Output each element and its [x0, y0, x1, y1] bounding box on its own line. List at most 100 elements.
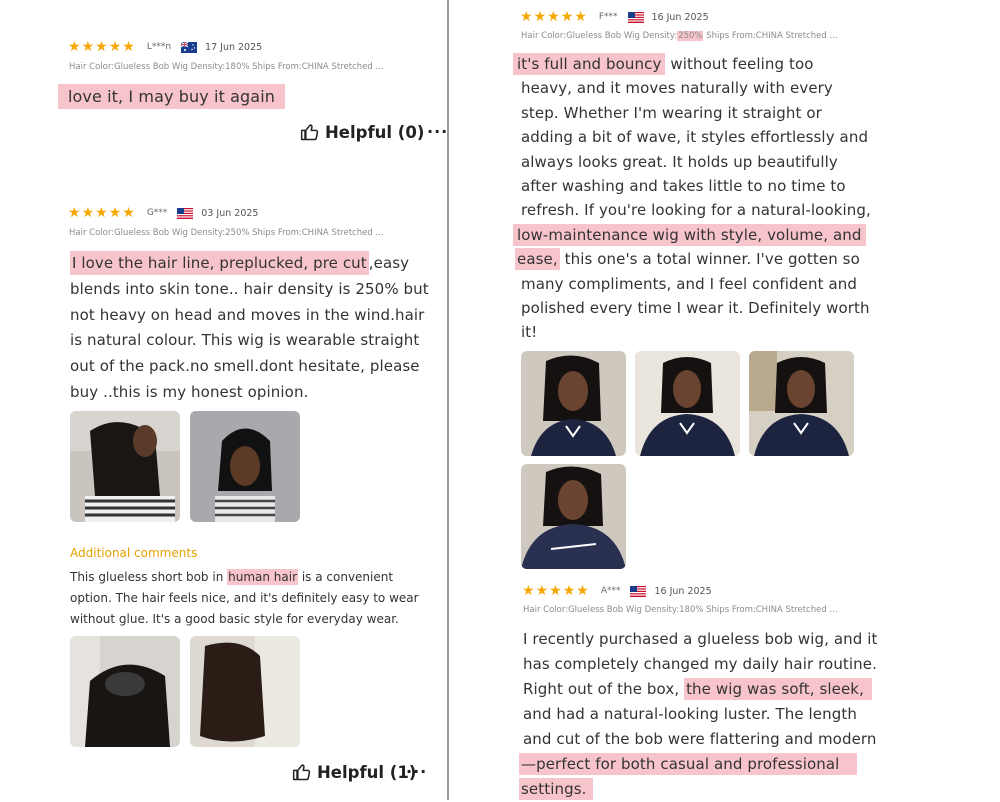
helpful-button[interactable]: Helpful (1) [292, 762, 416, 782]
additional-comments-label: Additional comments [70, 546, 198, 560]
reviewer-name: L***n [146, 42, 172, 52]
column-divider [447, 0, 449, 800]
purchase-details: Hair Color:Glueless Bob Wig Density:180%… [523, 605, 838, 615]
highlighted-text: ease, [515, 248, 560, 271]
text-line: I recently purchased a glueless bob wig,… [523, 630, 878, 648]
text-line: polished every time I wear it. Definitel… [521, 299, 870, 318]
star-icon: ★ [122, 205, 135, 221]
star-rating: ★ ★ ★ ★ ★ [520, 10, 587, 24]
text-line: heavy, and it moves naturally with every [521, 79, 833, 98]
text-line: it! [521, 323, 538, 342]
star-icon: ★ [574, 9, 587, 25]
text-line: This glueless short bob in [70, 570, 228, 584]
us-flag-icon [630, 585, 647, 597]
review-photo[interactable] [190, 636, 300, 747]
highlighted-text: the wig was soft, sleek, [684, 678, 872, 700]
text-line: without feeling too [665, 55, 814, 73]
review-photo[interactable] [521, 351, 626, 456]
star-icon: ★ [68, 205, 81, 221]
us-flag-icon [627, 11, 644, 23]
star-icon: ★ [535, 583, 549, 599]
review-photo[interactable] [190, 411, 300, 522]
purchase-details: Hair Color:Glueless Bob Wig Density:250%… [521, 31, 861, 41]
text-line: buy ..this is my honest opinion. [70, 382, 309, 401]
review-photo[interactable] [521, 464, 626, 569]
text-line: and had a natural-looking luster. The le… [523, 705, 857, 723]
text-line: Hair Color:Glueless Bob Wig Density: [521, 31, 678, 41]
star-rating: ★ ★ ★ ★ ★ [68, 206, 135, 220]
australia-flag-icon [181, 41, 198, 53]
highlighted-text: I love the hair line, preplucked, pre cu… [70, 251, 369, 275]
text-line: is natural colour. This wig is wearable … [70, 331, 420, 350]
star-icon: ★ [560, 9, 574, 25]
purchase-details: Hair Color:Glueless Bob Wig Density:180%… [69, 62, 384, 72]
star-icon: ★ [95, 39, 108, 55]
helpful-label: Helpful (0) [325, 122, 425, 142]
review-date: 17 Jun 2025 [205, 41, 263, 53]
highlighted-text: low-maintenance wig with style, volume, … [513, 223, 866, 246]
star-icon: ★ [522, 583, 535, 599]
text-line: is a convenient [298, 570, 394, 584]
review-header: ★ ★ ★ ★ ★ L***n 17 Jun 2025 [68, 40, 262, 54]
review-photo[interactable] [70, 411, 180, 522]
review-photo[interactable] [749, 351, 854, 456]
star-icon: ★ [81, 39, 95, 55]
reviewer-name: F*** [598, 12, 618, 22]
more-options-icon[interactable]: ··· [427, 122, 448, 141]
star-rating: ★ ★ ★ ★ ★ [522, 584, 589, 598]
review-date: 16 Jun 2025 [651, 11, 709, 23]
star-icon: ★ [562, 583, 576, 599]
text-line: Right out of the box, [523, 680, 685, 698]
text-line: Ships From:CHINA Stretched ... [703, 31, 838, 41]
star-icon: ★ [68, 39, 81, 55]
star-icon: ★ [576, 583, 589, 599]
star-icon: ★ [547, 9, 560, 25]
review-text: I recently purchased a glueless bob wig,… [519, 627, 878, 802]
text-line: this one's a total winner. I've gotten s… [559, 250, 860, 269]
highlighted-text: —perfect for both casual and professiona… [519, 753, 858, 775]
star-rating: ★ ★ ★ ★ ★ [68, 40, 135, 54]
text-line: and cut of the bob were flattering and m… [523, 730, 877, 748]
review-header: ★ ★ ★ ★ ★ G*** 03 Jun 2025 [68, 206, 258, 220]
star-icon: ★ [108, 39, 122, 55]
review-photo[interactable] [70, 636, 180, 747]
text-line: has completely changed my daily hair rou… [523, 655, 877, 673]
us-flag-icon [177, 207, 194, 219]
star-icon: ★ [95, 205, 108, 221]
highlighted-text: settings. [519, 778, 593, 800]
text-line: blends into skin tone.. hair density is … [70, 279, 429, 298]
star-icon: ★ [549, 583, 562, 599]
review-text: love it, I may buy it again [58, 84, 285, 109]
highlighted-text: love it, I may buy it again [58, 84, 285, 109]
text-line: not heavy on head and moves in the wind.… [70, 305, 425, 324]
review-text: it's full and bouncy without feeling too… [513, 52, 871, 345]
reviewer-name: G*** [146, 208, 168, 218]
highlighted-text: human hair [227, 569, 299, 585]
text-line: without glue. It's a good basic style fo… [70, 612, 399, 626]
review-header: ★ ★ ★ ★ ★ F*** 16 Jun 2025 [520, 10, 709, 24]
review-date: 03 Jun 2025 [201, 207, 259, 219]
additional-comment-text: This glueless short bob in human hair is… [70, 567, 419, 630]
thumbs-up-icon [300, 124, 319, 141]
star-icon: ★ [520, 9, 533, 25]
text-line: after washing and takes little to no tim… [521, 177, 846, 196]
star-icon: ★ [81, 205, 95, 221]
more-options-icon[interactable]: ··· [406, 762, 427, 781]
purchase-details: Hair Color:Glueless Bob Wig Density:250%… [69, 228, 384, 238]
helpful-button[interactable]: Helpful (0) [300, 122, 424, 142]
highlighted-text: it's full and bouncy [513, 53, 666, 75]
review-photo[interactable] [635, 351, 740, 456]
text-line: option. The hair feels nice, and it's de… [70, 591, 419, 605]
text-line: always looks great. It holds up beautifu… [521, 152, 838, 171]
text-line: out of the pack.no smell.dont hesitate, … [70, 357, 420, 376]
star-icon: ★ [533, 9, 547, 25]
star-icon: ★ [108, 205, 122, 221]
highlighted-text: 250% [677, 31, 704, 41]
text-line: refresh. If you're looking for a natural… [521, 201, 871, 220]
text-line: ,easy [368, 254, 410, 272]
thumbs-up-icon [292, 764, 311, 781]
star-icon: ★ [122, 39, 135, 55]
review-text: I love the hair line, preplucked, pre cu… [70, 251, 429, 406]
reviewer-name: A*** [600, 586, 621, 596]
helpful-label: Helpful (1) [317, 762, 417, 782]
